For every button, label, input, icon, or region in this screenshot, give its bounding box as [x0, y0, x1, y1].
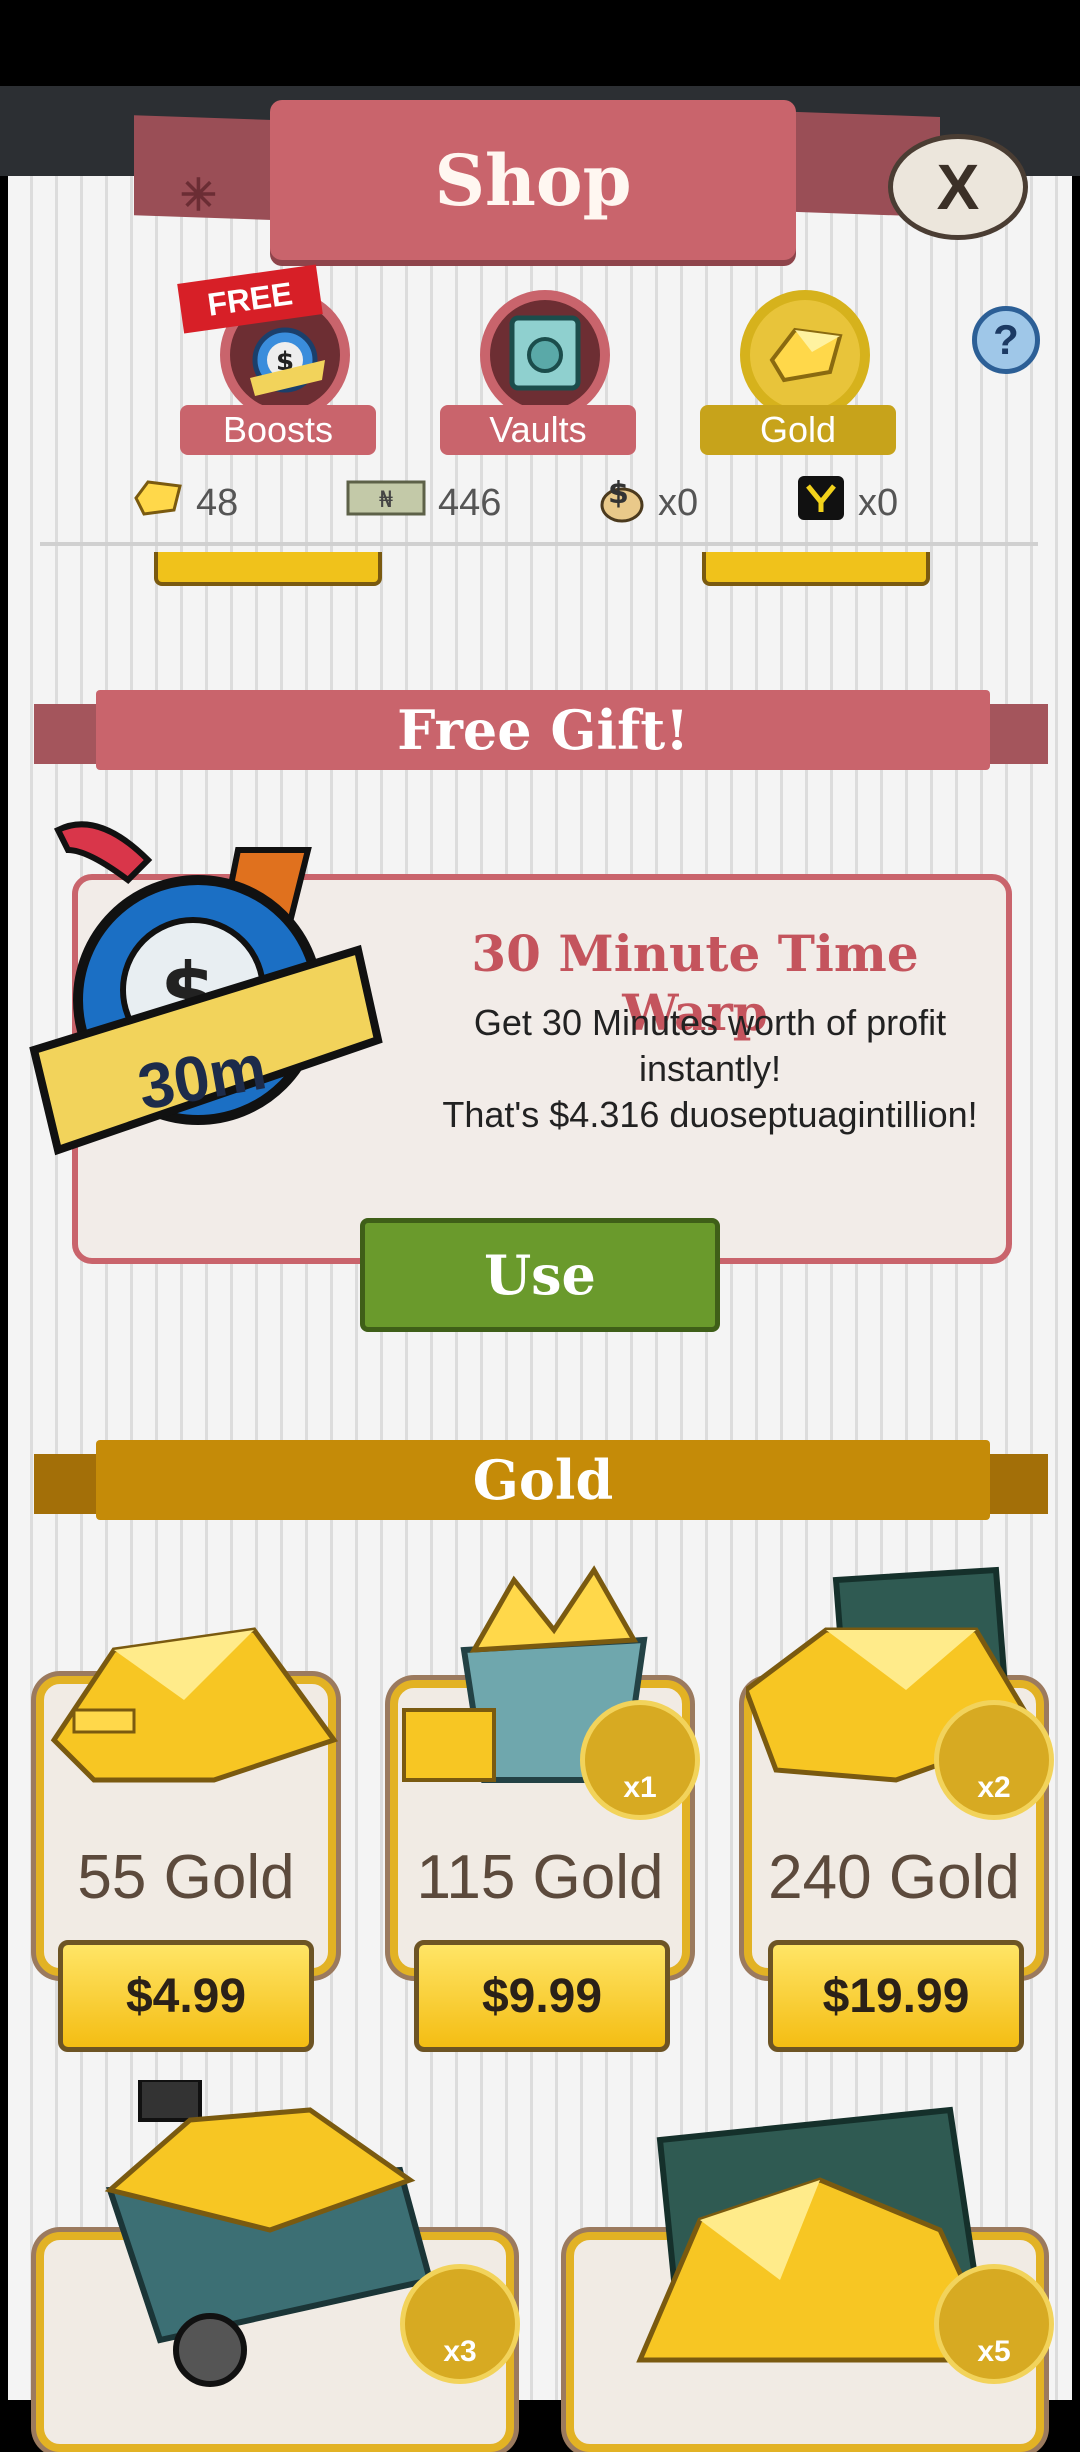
gold-gem-icon	[132, 478, 184, 528]
svg-text:₦: ₦	[379, 488, 393, 513]
price-button[interactable]: $9.99	[414, 1940, 670, 2052]
mogul-multiplier-badge: x2	[934, 1700, 1054, 1820]
section-title: Gold	[472, 1448, 614, 1512]
megabucks-icon: ₦	[346, 478, 426, 528]
gold-pack-name: 115 Gold	[416, 1843, 664, 1912]
currency-value: x0	[658, 481, 699, 524]
gold-banner: Gold	[96, 1440, 990, 1520]
gift-desc-line: Get 30 Minutes worth of profit	[473, 1002, 947, 1043]
currency-divider	[40, 542, 1038, 546]
megaticket-icon	[796, 474, 846, 532]
use-button[interactable]: Use	[360, 1218, 720, 1332]
mogul-multiplier-badge: x5	[934, 2264, 1054, 2384]
mogul-multiplier-badge: x3	[400, 2264, 520, 2384]
time-warp-stopwatch-icon: $	[29, 821, 383, 1156]
section-title: Free Gift!	[397, 698, 689, 762]
scrolled-button-edge	[702, 552, 930, 586]
help-button[interactable]: ?	[972, 306, 1040, 374]
page-title: Shop	[434, 138, 632, 222]
currency-megabucks: ₦ 446	[346, 478, 501, 528]
tab-label: Vaults	[440, 405, 636, 455]
free-gift-banner: Free Gift!	[96, 690, 990, 770]
gift-description: Get 30 Minutes worth of profit instantly…	[440, 1000, 980, 1138]
gift-desc-line: instantly!	[638, 1048, 782, 1089]
gold-pile-icon	[50, 1627, 339, 1783]
gift-desc-line: That's $4.316 duoseptuagintillion!	[442, 1094, 978, 1135]
tab-label: Gold	[700, 405, 896, 455]
status-bar	[0, 0, 1080, 86]
tab-vaults[interactable]: Vaults	[440, 290, 640, 460]
currency-moneybag: $ x0	[592, 476, 699, 528]
shop-title-banner: Shop	[270, 100, 796, 260]
price-button[interactable]: $19.99	[768, 1940, 1024, 2052]
vault-icon	[480, 290, 610, 420]
close-button[interactable]: X	[888, 134, 1028, 240]
currency-value: 446	[438, 481, 502, 524]
svg-text:$: $	[608, 476, 629, 511]
currency-megaticket: x0	[796, 476, 899, 528]
currency-value: x0	[858, 481, 899, 524]
scrolled-button-edge	[154, 552, 382, 586]
price-button[interactable]: $4.99	[58, 1940, 314, 2052]
gold-pack-name: 55 Gold	[77, 1843, 295, 1912]
currency-value: 48	[196, 481, 239, 524]
gold-pack-name: 240 Gold	[768, 1843, 1020, 1912]
mogul-multiplier-badge: x1	[580, 1700, 700, 1820]
gold-icon	[740, 290, 870, 420]
currency-gold: 48	[132, 478, 238, 528]
tab-label: Boosts	[180, 405, 376, 455]
tab-gold[interactable]: Gold	[700, 290, 900, 460]
moneybag-icon: $	[592, 473, 646, 533]
sparkle-icon: ✳	[180, 171, 217, 220]
